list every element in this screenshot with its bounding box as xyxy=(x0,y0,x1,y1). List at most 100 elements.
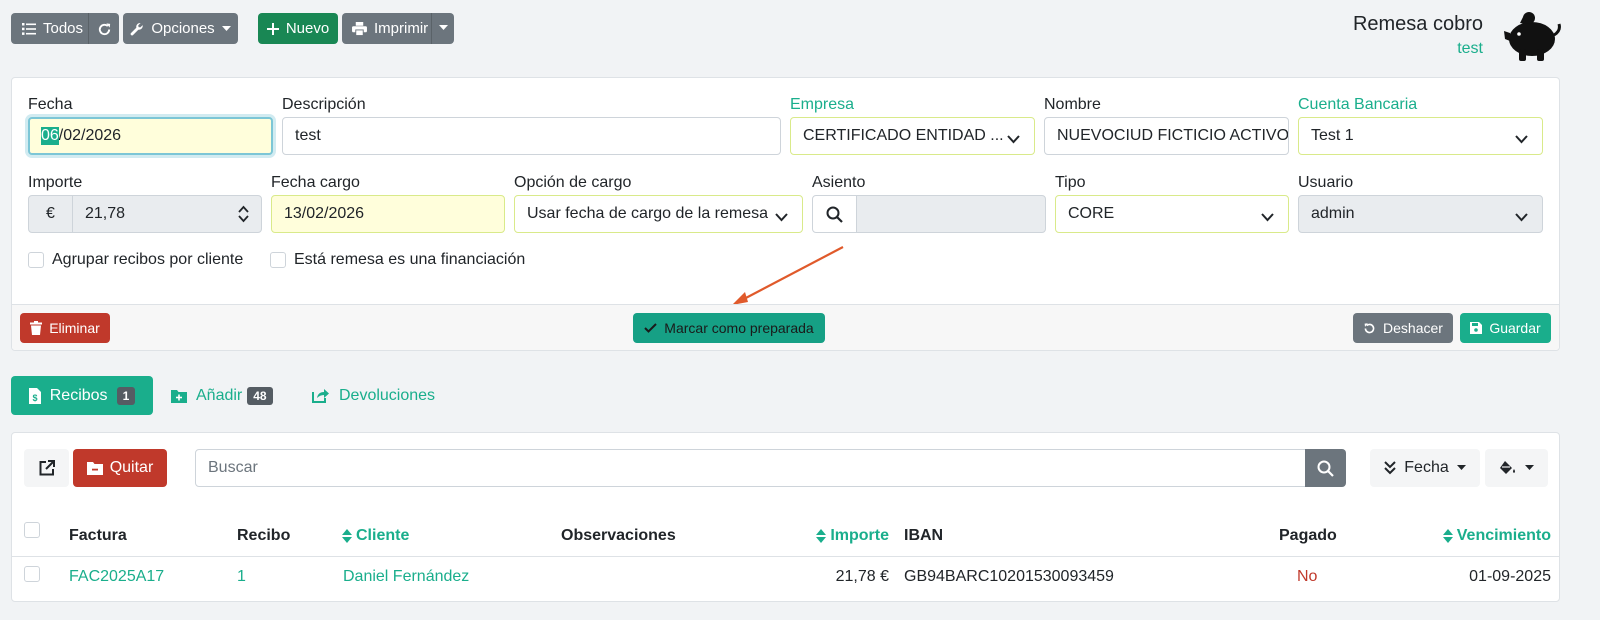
financiacion-label: Está remesa es una financiación xyxy=(294,251,526,268)
empresa-select[interactable]: CERTIFICADO ENTIDAD ... xyxy=(790,117,1035,155)
guardar-label: Guardar xyxy=(1489,320,1541,336)
chevron-down-icon xyxy=(1007,131,1020,149)
list-search-input[interactable]: Buscar xyxy=(195,449,1306,487)
opcion-cargo-label: Opción de cargo xyxy=(514,174,632,191)
nuevo-button[interactable]: Nuevo xyxy=(258,13,338,44)
marcar-preparada-button[interactable]: Marcar como preparada xyxy=(633,313,825,343)
col-vencimiento[interactable]: Vencimiento xyxy=(1442,527,1551,545)
open-external-button[interactable] xyxy=(24,449,69,487)
col-iban[interactable]: IBAN xyxy=(904,527,943,545)
col-importe[interactable]: Importe xyxy=(816,527,889,545)
todos-divider xyxy=(88,13,89,44)
imprimir-divider xyxy=(431,13,432,44)
page-subtitle: test xyxy=(1457,40,1483,57)
tab-recibos-count: 1 xyxy=(116,386,136,405)
nuevo-label: Nuevo xyxy=(285,20,330,37)
select-all-checkbox[interactable] xyxy=(24,522,40,538)
asiento-label: Asiento xyxy=(812,174,866,191)
col-importe-label: Importe xyxy=(830,527,889,544)
quitar-label: Quitar xyxy=(109,459,154,476)
cuenta-select[interactable]: Test 1 xyxy=(1298,117,1543,155)
folder-plus-icon xyxy=(171,389,187,403)
imprimir-caret-icon[interactable] xyxy=(436,23,450,33)
stepper-icon[interactable] xyxy=(238,205,249,228)
folder-minus-icon xyxy=(86,461,103,475)
usuario-select[interactable]: admin xyxy=(1298,195,1543,233)
refresh-icon[interactable] xyxy=(95,20,113,38)
col-cliente[interactable]: Cliente xyxy=(342,527,409,545)
sort-chevrons-icon xyxy=(1384,461,1396,475)
asiento-search-button[interactable] xyxy=(812,195,857,233)
check-icon xyxy=(644,323,658,333)
fecha-cargo-label: Fecha cargo xyxy=(271,174,360,191)
annotation-arrow xyxy=(732,246,844,305)
eliminar-button[interactable]: Eliminar xyxy=(20,313,110,343)
save-icon xyxy=(1470,322,1483,334)
imprimir-label: Imprimir xyxy=(374,20,429,37)
opcion-cargo-select[interactable]: Usar fecha de cargo de la remesa xyxy=(514,195,803,233)
sort-icon xyxy=(1442,529,1453,543)
opcion-cargo-value: Usar fecha de cargo de la remesa xyxy=(527,205,769,222)
tipo-select[interactable]: CORE xyxy=(1055,195,1289,233)
row-checkbox[interactable] xyxy=(24,566,40,582)
importe-label: Importe xyxy=(28,174,83,191)
usuario-label: Usuario xyxy=(1298,174,1354,191)
external-link-icon xyxy=(39,460,55,476)
fecha-input[interactable]: 06/02/2026 xyxy=(28,117,273,155)
wrench-icon xyxy=(130,22,144,36)
tab-recibos[interactable]: $ Recibos 1 xyxy=(11,376,153,415)
list-search-button[interactable] xyxy=(1305,449,1346,487)
col-observaciones[interactable]: Observaciones xyxy=(561,527,676,545)
agrupar-checkbox[interactable] xyxy=(28,252,44,268)
descripcion-input[interactable]: test xyxy=(282,117,781,155)
sort-icon xyxy=(342,529,352,543)
importe-currency-addon: € xyxy=(28,195,73,233)
opciones-button[interactable]: Opciones xyxy=(123,13,238,44)
chevron-down-icon xyxy=(1261,209,1274,227)
chevron-down-icon xyxy=(775,209,788,227)
row-pagado: No xyxy=(1297,568,1318,585)
tipo-label: Tipo xyxy=(1055,174,1086,191)
share-icon xyxy=(312,388,329,403)
importe-input[interactable]: 21,78 xyxy=(72,195,262,233)
descripcion-label: Descripción xyxy=(282,96,366,113)
tab-recibos-label: Recibos xyxy=(49,386,108,404)
row-cliente-link[interactable]: Daniel Fernández xyxy=(343,568,469,586)
fecha-cargo-input[interactable]: 13/02/2026 xyxy=(271,195,505,233)
row-recibo-link[interactable]: 1 xyxy=(237,568,246,586)
agrupar-label: Agrupar recibos por cliente xyxy=(52,251,244,268)
chevron-down-icon xyxy=(1515,209,1528,227)
sort-fecha-button[interactable]: Fecha xyxy=(1370,449,1480,487)
svg-text:$: $ xyxy=(32,393,37,403)
caret-down-icon xyxy=(1525,465,1534,471)
list-icon xyxy=(22,22,36,35)
fecha-rest-text: /02/2026 xyxy=(58,127,122,144)
col-pagado[interactable]: Pagado xyxy=(1279,527,1337,545)
tab-devoluciones[interactable]: Devoluciones xyxy=(312,376,452,415)
nombre-input[interactable]: NUEVOCIUD FICTICIO ACTIVO xyxy=(1044,117,1289,155)
empresa-label: Empresa xyxy=(790,96,855,113)
col-recibo[interactable]: Recibo xyxy=(237,527,290,545)
eliminar-label: Eliminar xyxy=(49,320,100,336)
marcar-label: Marcar como preparada xyxy=(664,320,814,336)
asiento-input[interactable] xyxy=(856,195,1046,233)
search-icon xyxy=(826,206,843,223)
receipt-icon: $ xyxy=(28,387,41,404)
deshacer-button[interactable]: Deshacer xyxy=(1353,313,1453,343)
importe-value: 21,78 xyxy=(85,205,126,222)
deshacer-label: Deshacer xyxy=(1383,320,1443,336)
col-factura[interactable]: Factura xyxy=(69,527,127,545)
color-filter-button[interactable] xyxy=(1485,449,1548,487)
fecha-selected-text: 06 xyxy=(41,127,59,145)
tab-anadir[interactable]: Añadir 48 xyxy=(171,376,283,415)
search-placeholder: Buscar xyxy=(208,459,258,476)
financiacion-checkbox[interactable] xyxy=(270,252,286,268)
quitar-button[interactable]: Quitar xyxy=(73,449,167,487)
empresa-value: CERTIFICADO ENTIDAD ... xyxy=(803,127,1004,144)
row-factura-link[interactable]: FAC2025A17 xyxy=(69,568,164,586)
paint-bucket-icon xyxy=(1499,460,1517,476)
plus-icon xyxy=(266,22,279,35)
chevron-down-icon xyxy=(1515,131,1528,149)
caret-down-icon xyxy=(221,25,231,32)
guardar-button[interactable]: Guardar xyxy=(1460,313,1551,343)
